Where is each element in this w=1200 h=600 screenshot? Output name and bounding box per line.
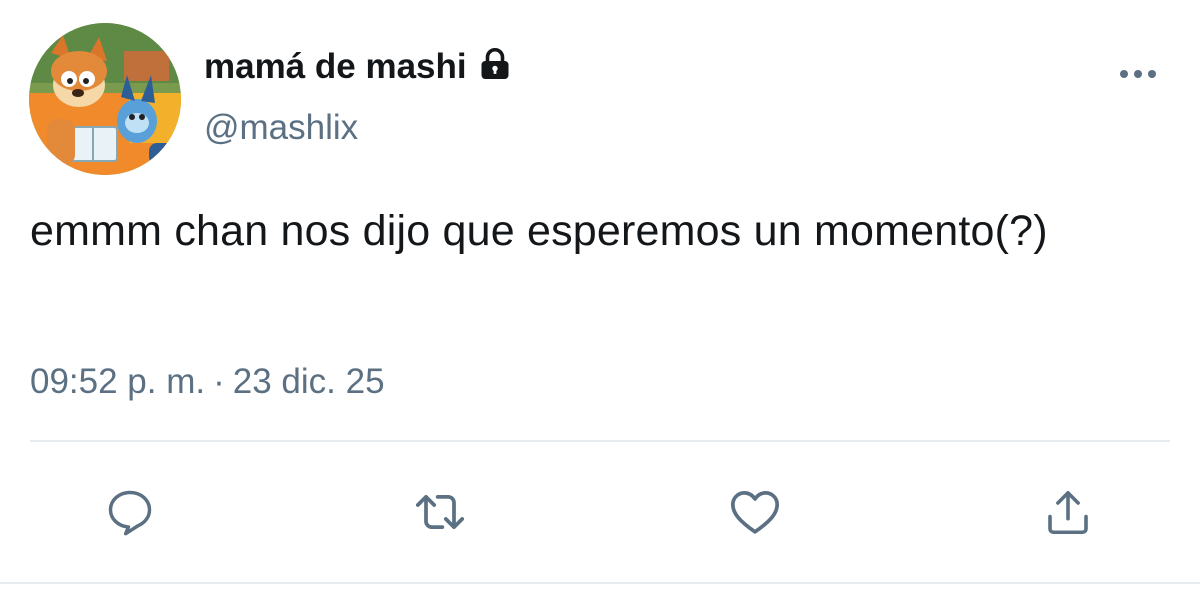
like-button[interactable] (727, 484, 783, 540)
reply-button[interactable] (102, 484, 158, 540)
tweet-card: mamá de mashi @mashlix emmm chan nos dij… (0, 0, 1200, 600)
heart-icon (730, 491, 780, 534)
display-name[interactable]: mamá de mashi (204, 44, 513, 90)
reply-icon (108, 490, 152, 536)
display-name-text: mamá de mashi (204, 47, 467, 86)
more-icon[interactable] (1112, 60, 1164, 88)
meta-separator: · (213, 362, 225, 401)
tweet-time: 09:52 p. m. (30, 362, 206, 401)
tweet-timestamp[interactable]: 09:52 p. m. · 23 dic. 25 (30, 362, 385, 402)
divider (30, 440, 1170, 442)
avatar[interactable] (29, 23, 181, 175)
bottom-divider (0, 582, 1200, 584)
retweet-button[interactable] (412, 484, 468, 540)
share-icon (1048, 491, 1088, 535)
tweet-text: emmm chan nos dijo que esperemos un mome… (30, 207, 1048, 255)
tweet-date: 23 dic. 25 (232, 362, 385, 401)
lock-icon (481, 48, 509, 79)
user-handle[interactable]: @mashlix (204, 108, 358, 148)
retweet-icon (415, 494, 465, 530)
avatar-image (29, 23, 181, 175)
share-button[interactable] (1040, 484, 1096, 540)
